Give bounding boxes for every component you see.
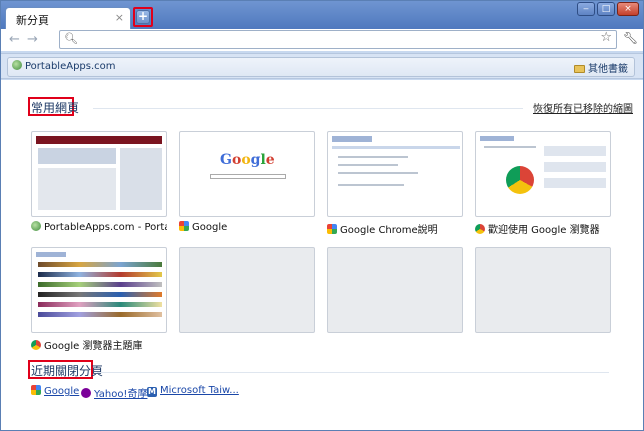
bookmark-bar: PortableApps.com 其他書籤: [1, 53, 643, 79]
theme-swatch: [38, 272, 162, 277]
thumbnail-block: [38, 148, 116, 164]
chrome-logo: [506, 166, 534, 194]
google-icon: [327, 224, 337, 234]
google-icon: [31, 385, 41, 395]
thumbnail-header: [36, 136, 162, 144]
tile-label[interactable]: 歡迎使用 Google 瀏覽器: [475, 221, 611, 236]
thumbnail-block: [484, 146, 536, 148]
chrome-icon: [31, 340, 41, 350]
thumbnail-block: [544, 178, 606, 188]
google-logo: Google: [220, 152, 275, 168]
theme-swatch: [38, 282, 162, 287]
theme-swatch: [38, 292, 162, 297]
star-icon[interactable]: ☆: [600, 30, 612, 45]
forward-button[interactable]: →: [27, 32, 38, 47]
theme-swatch: [38, 312, 162, 317]
tab-close-icon[interactable]: ×: [115, 11, 124, 24]
google-icon: [179, 221, 189, 231]
thumbnail-block: [544, 146, 606, 156]
thumbnail-tile[interactable]: [327, 131, 463, 217]
thumbnail-block: [120, 148, 162, 210]
thumbnail-block: [332, 136, 372, 142]
folder-icon: [574, 65, 585, 73]
chrome-icon: [475, 224, 485, 234]
bookmark-item[interactable]: PortableApps.com: [12, 60, 116, 72]
empty-thumbnail-tile: [179, 247, 315, 333]
microsoft-icon: M: [147, 387, 157, 397]
section-divider: [97, 372, 609, 373]
thumbnail-block: [332, 146, 460, 149]
thumbnail-search-box: [210, 174, 286, 179]
globe-icon: [31, 221, 41, 231]
tile-label[interactable]: Google Chrome說明: [327, 221, 463, 236]
thumbnail-block: [338, 156, 408, 158]
recent-item-google[interactable]: Google: [31, 385, 79, 397]
recently-closed-title: 近期關閉分頁: [31, 364, 104, 378]
section-divider: [93, 108, 523, 109]
globe-icon: [12, 60, 22, 70]
thumbnail-block: [480, 136, 514, 141]
new-tab-page: 常用網頁 恢復所有已移除的縮圖 PortableApps.com - Porta…: [1, 80, 643, 430]
thumbnail-block: [36, 252, 66, 257]
thumbnail-block: [338, 172, 418, 174]
close-window-button[interactable]: ×: [617, 2, 639, 16]
thumbnail-tile[interactable]: [31, 131, 167, 217]
thumbnail-tile[interactable]: Google: [179, 131, 315, 217]
new-tab-button[interactable]: +: [136, 10, 150, 24]
tab-title: 新分頁: [16, 14, 49, 27]
empty-thumbnail-tile: [475, 247, 611, 333]
tile-label[interactable]: Google 瀏覽器主題庫: [31, 337, 167, 352]
browser-window: 新分頁 × + ‒ □ × ← → 🔍︎ ☆ 🔧︎ PortableApps.c…: [0, 0, 644, 431]
title-bar: 新分頁 × + ‒ □ ×: [1, 1, 643, 29]
bookmark-bar-inner: PortableApps.com 其他書籤: [7, 57, 635, 77]
recent-item-microsoft[interactable]: M Microsoft Taiw...: [147, 385, 239, 397]
address-bar[interactable]: 🔍︎ ☆: [59, 30, 617, 49]
thumbnail-block: [544, 162, 606, 172]
thumbnail-block: [338, 164, 398, 166]
wrench-icon[interactable]: 🔧︎: [623, 31, 638, 45]
tile-label[interactable]: Google: [179, 221, 315, 233]
search-icon: 🔍︎: [64, 32, 78, 45]
thumbnail-tile[interactable]: [31, 247, 167, 333]
yahoo-icon: [81, 388, 91, 398]
tile-label[interactable]: PortableApps.com - Portable ...: [31, 221, 167, 233]
back-button[interactable]: ←: [9, 32, 20, 47]
other-bookmarks-button[interactable]: 其他書籤: [574, 60, 628, 75]
empty-thumbnail-tile: [327, 247, 463, 333]
tab-new-tab[interactable]: 新分頁 ×: [5, 7, 131, 29]
theme-swatch: [38, 302, 162, 307]
thumbnail-block: [338, 184, 404, 186]
most-visited-title: 常用網頁: [31, 101, 80, 115]
theme-swatch: [38, 262, 162, 267]
toolbar: ← → 🔍︎ ☆ 🔧︎: [1, 29, 643, 51]
restore-thumbnails-link[interactable]: 恢復所有已移除的縮圖: [533, 100, 633, 115]
thumbnail-tile[interactable]: [475, 131, 611, 217]
minimize-button[interactable]: ‒: [577, 2, 595, 16]
recent-item-yahoo[interactable]: Yahoo!奇摩: [81, 385, 147, 400]
maximize-button[interactable]: □: [597, 2, 615, 16]
thumbnail-block: [38, 168, 116, 210]
